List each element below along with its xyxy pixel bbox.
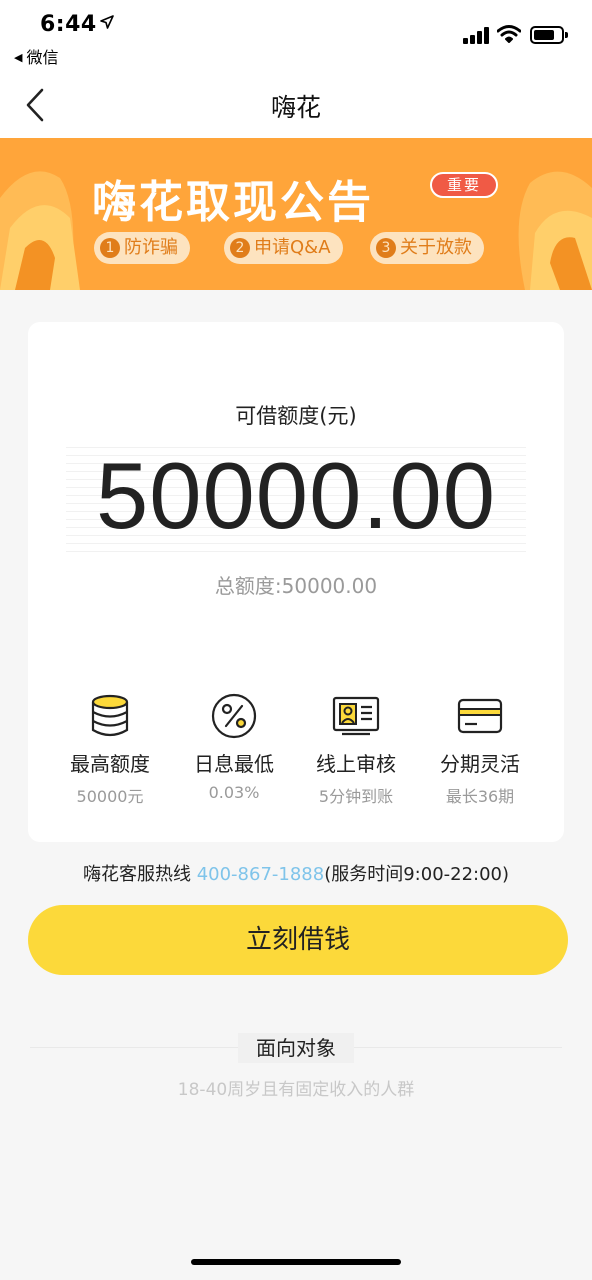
- wifi-icon: [496, 24, 522, 44]
- home-indicator[interactable]: [191, 1259, 401, 1265]
- feature-subtitle: 0.03%: [208, 783, 260, 802]
- id-card-icon: [332, 692, 380, 740]
- target-audience-title: 面向对象: [238, 1033, 354, 1063]
- pill-label: 关于放款: [400, 237, 472, 258]
- back-app-label: 微信: [26, 48, 59, 67]
- back-triangle-icon: ◀: [14, 51, 23, 64]
- feature-title: 日息最低: [194, 752, 274, 776]
- hotline-phone-link[interactable]: 400-867-1888: [197, 864, 325, 885]
- customer-service-hotline: 嗨花客服热线 400-867-1888(服务时间9:00-22:00): [0, 860, 592, 886]
- coin-stack-icon: [86, 692, 134, 740]
- pill-apply-qa[interactable]: 2 申请Q&A: [224, 232, 343, 264]
- feature-title: 分期灵活: [440, 752, 520, 776]
- hotline-hours: (服务时间9:00-22:00): [324, 864, 510, 885]
- status-time: 6:44: [40, 12, 97, 37]
- announcement-banner[interactable]: 嗨花取现公告 重要 1 防诈骗 2 申请Q&A 3 关于放款: [0, 138, 592, 290]
- feature-flexible-installment: 分期灵活 最长36期: [420, 692, 540, 807]
- page-title: 嗨花: [270, 93, 321, 122]
- battery-icon: [530, 26, 568, 44]
- banner-title: 嗨花取现公告: [92, 177, 374, 228]
- pill-number: 1: [100, 238, 120, 258]
- pill-number: 2: [230, 238, 250, 258]
- pill-about-loan[interactable]: 3 关于放款: [370, 232, 484, 264]
- feature-max-amount: 最高额度 50000元: [50, 692, 170, 807]
- important-badge: 重要: [430, 172, 498, 198]
- available-amount: 50000.00: [95, 443, 497, 548]
- total-amount: 总额度:50000.00: [214, 574, 378, 598]
- credit-card-icon: [456, 692, 504, 740]
- pill-label: 防诈骗: [124, 237, 178, 258]
- nav-bar: 嗨花: [0, 72, 592, 138]
- back-to-app-link[interactable]: ◀ 微信: [14, 44, 58, 68]
- pill-anti-fraud[interactable]: 1 防诈骗: [94, 232, 190, 264]
- feature-subtitle: 50000元: [76, 787, 144, 806]
- cellular-signal-icon: [463, 26, 491, 44]
- status-bar: 6:44 ◀ 微信: [0, 0, 592, 72]
- feature-online-review: 线上审核 5分钟到账: [296, 692, 416, 807]
- location-arrow-icon: [100, 14, 114, 33]
- feature-title: 最高额度: [70, 752, 150, 776]
- feature-subtitle: 最长36期: [445, 787, 515, 806]
- feature-list: 最高额度 50000元 日息最低 0.03% 线上审核 5分钟到账 分期灵活 最…: [28, 692, 564, 806]
- borrow-now-button[interactable]: 立刻借钱: [28, 905, 568, 975]
- target-audience-description: 18-40周岁且有固定收入的人群: [177, 1080, 415, 1100]
- available-amount-label: 可借额度(元): [235, 404, 357, 428]
- hotline-label: 嗨花客服热线: [82, 864, 191, 885]
- credit-card-panel: 可借额度(元) 50000.00 总额度:50000.00 最高额度 50000…: [28, 322, 564, 842]
- pill-number: 3: [376, 238, 396, 258]
- feature-subtitle: 5分钟到账: [318, 787, 394, 806]
- pill-label: 申请Q&A: [254, 237, 331, 258]
- percent-icon: [210, 692, 258, 740]
- feature-low-interest: 日息最低 0.03%: [174, 692, 294, 802]
- feature-title: 线上审核: [316, 752, 396, 776]
